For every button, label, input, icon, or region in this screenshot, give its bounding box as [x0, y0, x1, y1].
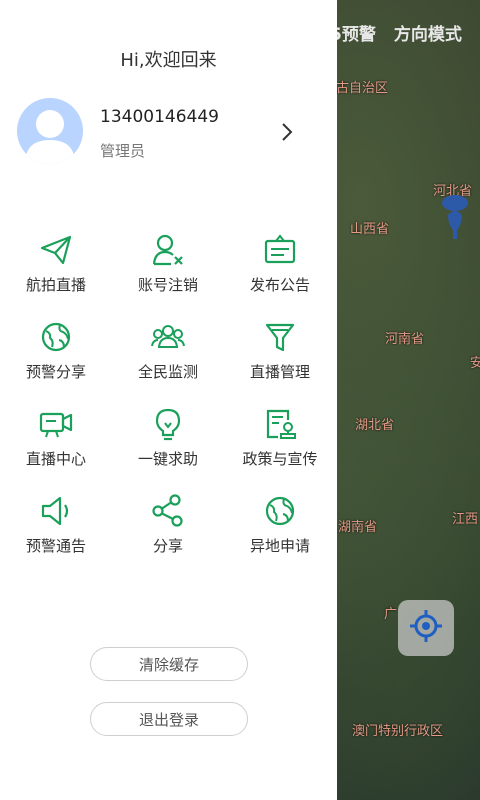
- video-camera-icon: [38, 406, 74, 442]
- map-tab-direction-mode[interactable]: 方向模式: [394, 20, 462, 45]
- lightbulb-icon: [150, 406, 186, 442]
- map-label: 古自治区: [336, 81, 389, 96]
- menu-item-policy-publicity[interactable]: 政策与宣传: [224, 402, 336, 489]
- side-drawer: Hi,欢迎回来 13400146449 管理员 航拍直播 账号注销 发布公告 预…: [0, 0, 337, 800]
- menu-item-label: 预警分享: [25, 363, 86, 381]
- map-label: 湖北省: [355, 418, 395, 433]
- menu-item-public-monitor[interactable]: 全民监测: [112, 315, 224, 402]
- menu-item-live-management[interactable]: 直播管理: [224, 315, 336, 402]
- map-label: 河南省: [385, 332, 425, 347]
- menu-item-label: 一键求助: [137, 450, 198, 468]
- menu-item-label: 发布公告: [249, 276, 310, 294]
- menu-item-account-cancel[interactable]: 账号注销: [112, 228, 224, 315]
- notice-board-icon: [262, 232, 298, 268]
- filter-icon: [262, 319, 298, 355]
- paper-plane-icon: [38, 232, 74, 268]
- menu-item-warning-share[interactable]: 预警分享: [0, 315, 112, 402]
- menu-item-warning-notice[interactable]: 预警通告: [0, 489, 112, 576]
- menu-item-share[interactable]: 分享: [112, 489, 224, 576]
- map-label: 广: [384, 607, 398, 622]
- crosshair-icon: [409, 609, 443, 647]
- map-label: 澳门特别行政区: [352, 724, 444, 739]
- menu-item-publish-notice[interactable]: 发布公告: [224, 228, 336, 315]
- chevron-right-icon[interactable]: [278, 120, 296, 144]
- menu-item-label: 账号注销: [137, 276, 198, 294]
- menu-grid: 航拍直播 账号注销 发布公告 预警分享 全民监测 直播管理 直播中心 一键求助 …: [0, 228, 337, 576]
- share-icon: [150, 493, 186, 529]
- menu-item-aerial-live[interactable]: 航拍直播: [0, 228, 112, 315]
- speaker-icon: [38, 493, 74, 529]
- avatar[interactable]: [17, 98, 83, 164]
- map-label: 湖南省: [338, 520, 378, 535]
- globe-icon: [38, 319, 74, 355]
- menu-item-label: 航拍直播: [25, 276, 86, 294]
- menu-item-label: 直播管理: [249, 363, 310, 381]
- logout-button[interactable]: 退出登录: [90, 702, 248, 736]
- map-header: 5预警 方向模式: [330, 10, 480, 54]
- map-label: 江西: [452, 512, 479, 527]
- map-label: 安: [470, 356, 480, 371]
- menu-item-label: 政策与宣传: [242, 450, 318, 468]
- policy-stamp-icon: [262, 406, 298, 442]
- people-group-icon: [150, 319, 186, 355]
- map-label: 山西省: [350, 222, 390, 237]
- menu-item-label: 全民监测: [137, 363, 198, 381]
- user-remove-icon: [150, 232, 186, 268]
- menu-item-label: 分享: [152, 537, 183, 555]
- clear-cache-button[interactable]: 清除缓存: [90, 647, 248, 681]
- menu-item-live-center[interactable]: 直播中心: [0, 402, 112, 489]
- menu-item-label: 预警通告: [25, 537, 86, 555]
- globe-icon: [262, 493, 298, 529]
- user-role: 管理员: [100, 142, 146, 160]
- location-pin-icon[interactable]: [442, 193, 468, 241]
- menu-item-label: 直播中心: [25, 450, 86, 468]
- menu-item-remote-application[interactable]: 异地申请: [224, 489, 336, 576]
- menu-item-one-click-help[interactable]: 一键求助: [112, 402, 224, 489]
- locate-me-button[interactable]: [398, 600, 454, 656]
- user-phone: 13400146449: [100, 107, 219, 127]
- menu-item-label: 异地申请: [249, 537, 310, 555]
- greeting-text: Hi,欢迎回来: [120, 50, 217, 71]
